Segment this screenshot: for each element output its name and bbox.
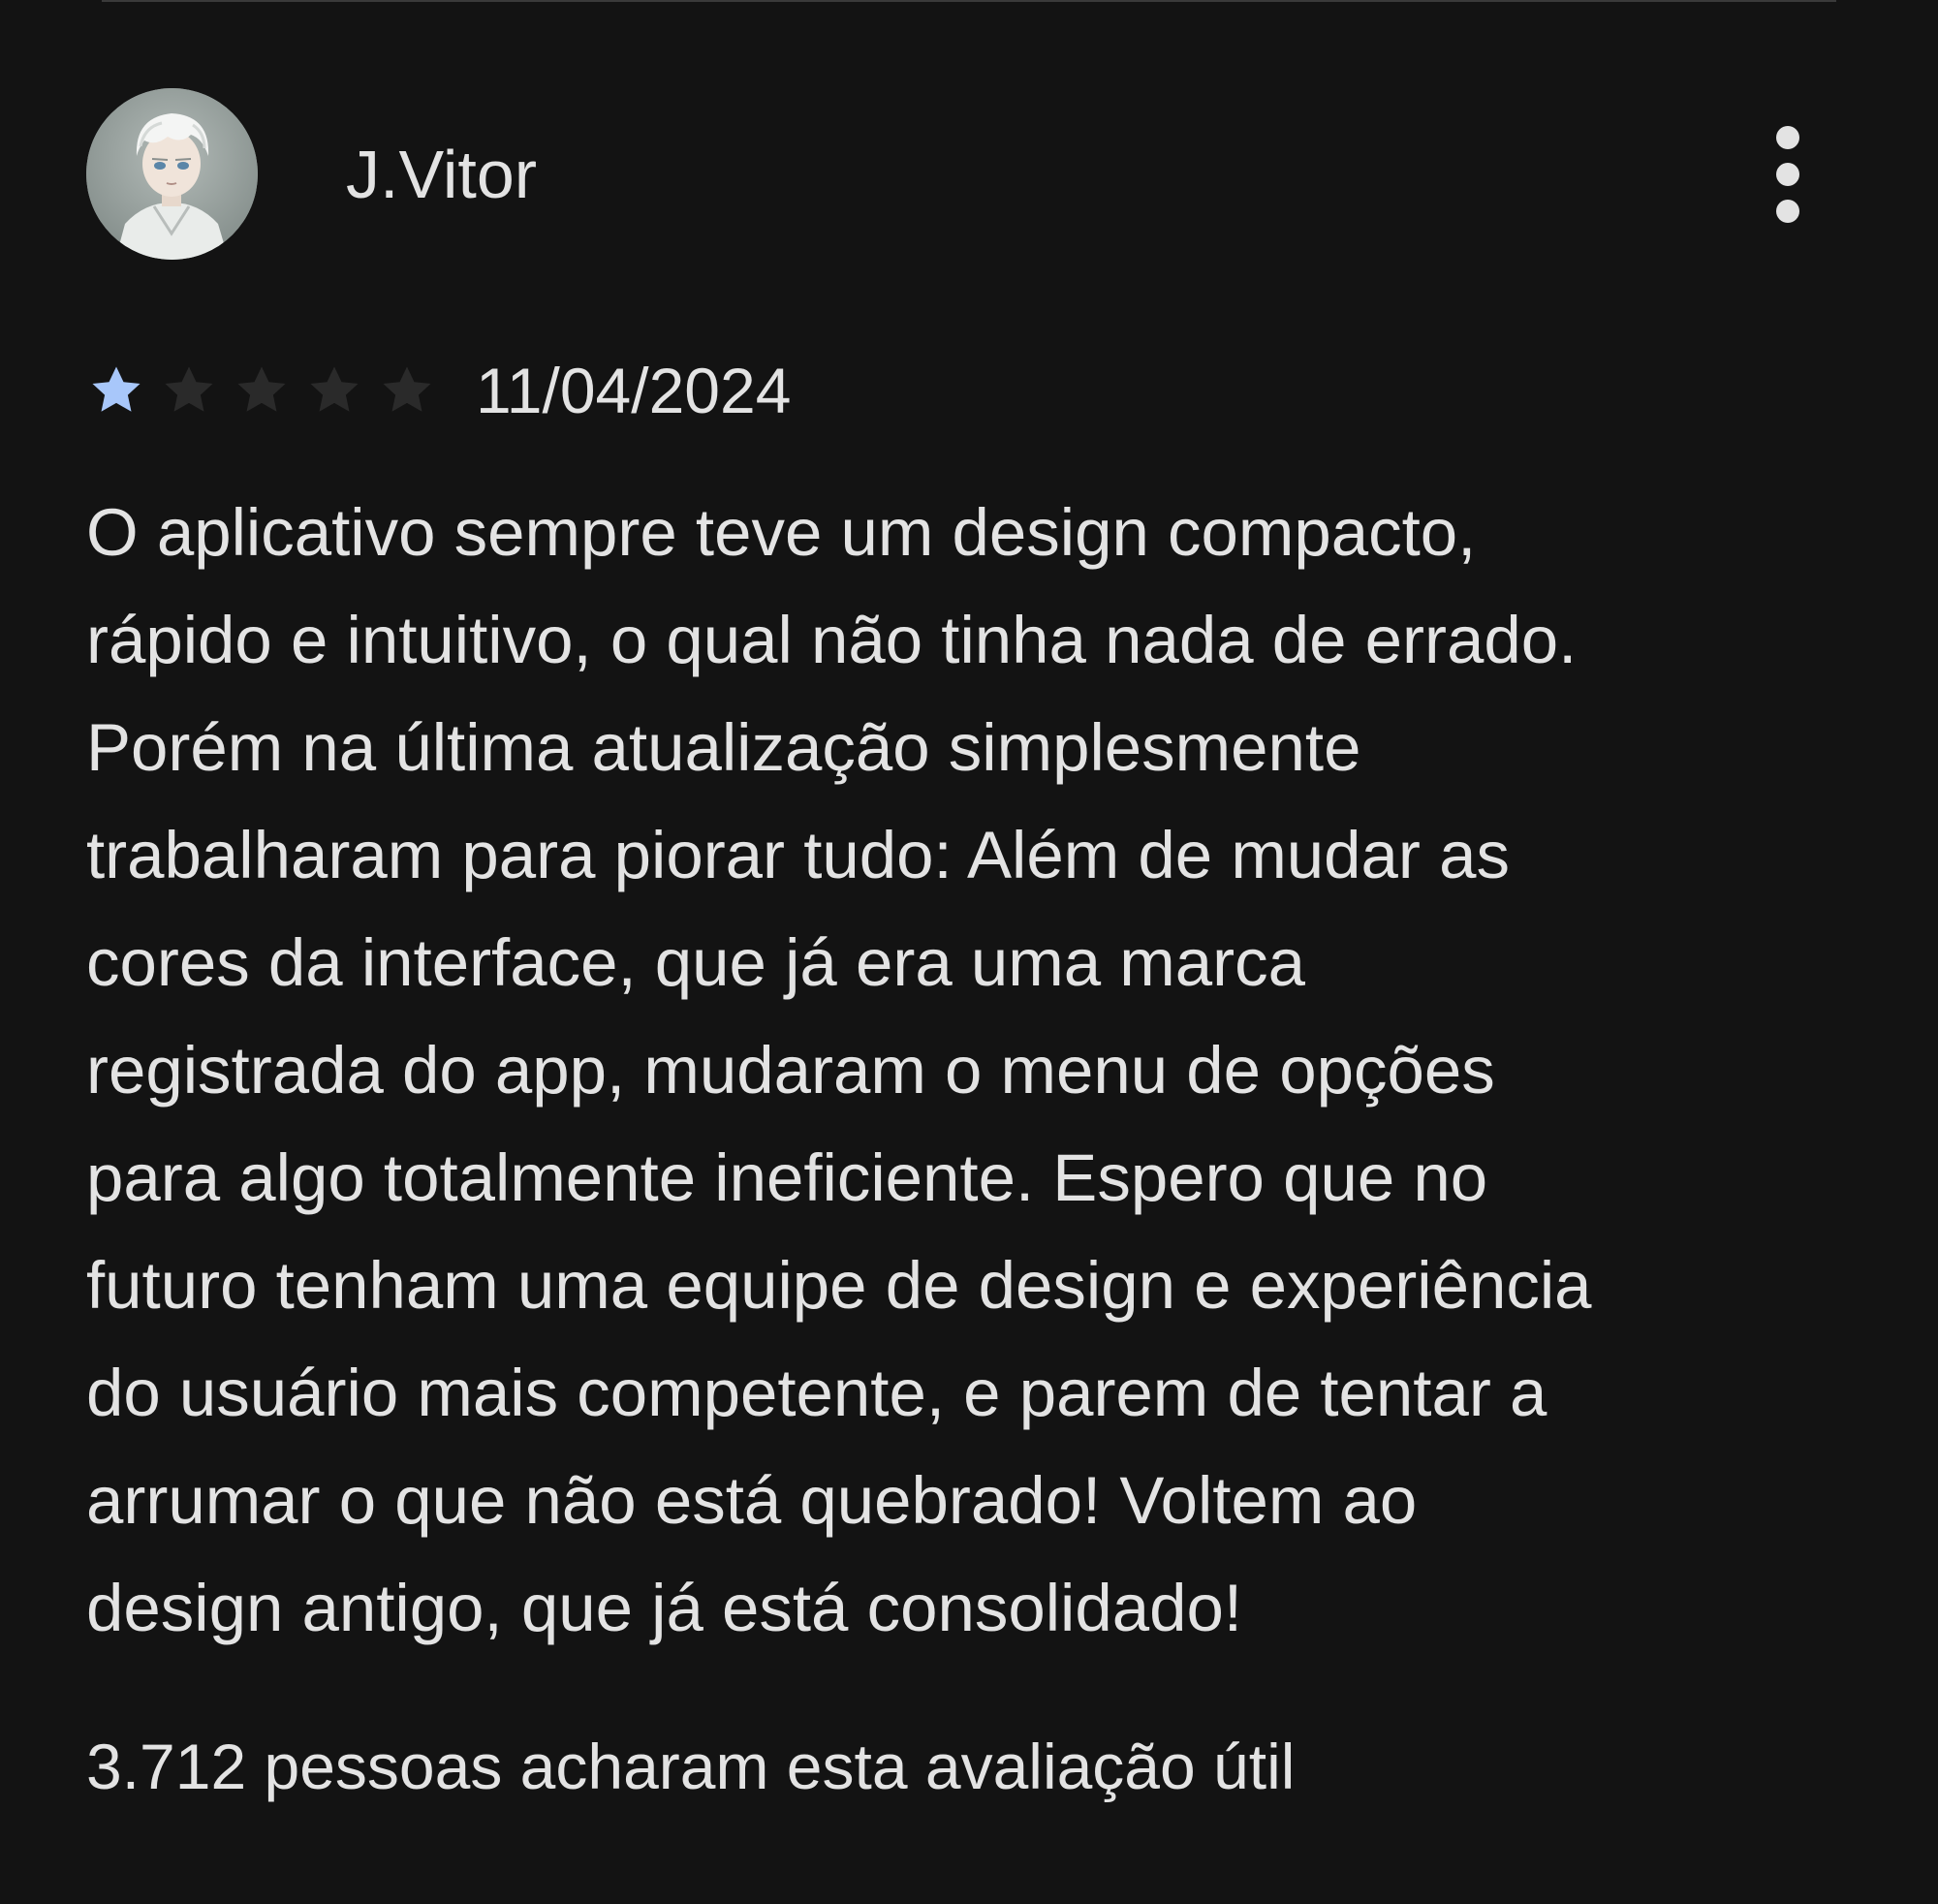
review-text-line: registrada do app, mudaram o menu de opç… [86,1033,1495,1108]
review-text: O aplicativo sempre teve um design compa… [86,479,1889,1662]
more-vert-icon-dot [1776,200,1799,223]
review-date: 11/04/2024 [476,355,792,426]
review-text-line: rápido e intuitivo, o qual não tinha nad… [86,603,1578,677]
review-text-line: trabalharam para piorar tudo: Além de mu… [86,818,1510,892]
review-text-line: para algo totalmente ineficiente. Espero… [86,1140,1488,1215]
top-divider [102,0,1836,2]
star-empty-icon [310,366,359,412]
more-vert-icon [1776,126,1799,149]
review-text-line: design antigo, que já está consolidado! [86,1571,1243,1645]
rating-row: 11/04/2024 [86,357,791,424]
reviewer-name: J.Vitor [346,137,538,212]
review-text-line: do usuário mais competente, e parem de t… [86,1356,1547,1430]
star-filled-icon [92,366,141,412]
star-empty-icon [237,366,286,412]
reviewer-avatar [86,88,258,260]
review-text-line: Porém na última atualização simplesmente [86,710,1361,785]
star-rating [86,360,437,421]
review-text-line: arrumar o que não está quebrado! Voltem … [86,1463,1418,1538]
review-text-line: cores da interface, que já era uma marca [86,925,1305,1000]
helpful-count-text: 3.712 pessoas acharam esta avaliação úti… [86,1731,1296,1802]
star-empty-icon [383,366,431,412]
more-vert-icon-dot [1776,163,1799,186]
review-text-line: O aplicativo sempre teve um design compa… [86,495,1477,570]
star-empty-icon [165,366,213,412]
more-options-button[interactable] [1754,121,1822,228]
review-text-line: futuro tenham uma equipe de design e exp… [86,1248,1592,1323]
